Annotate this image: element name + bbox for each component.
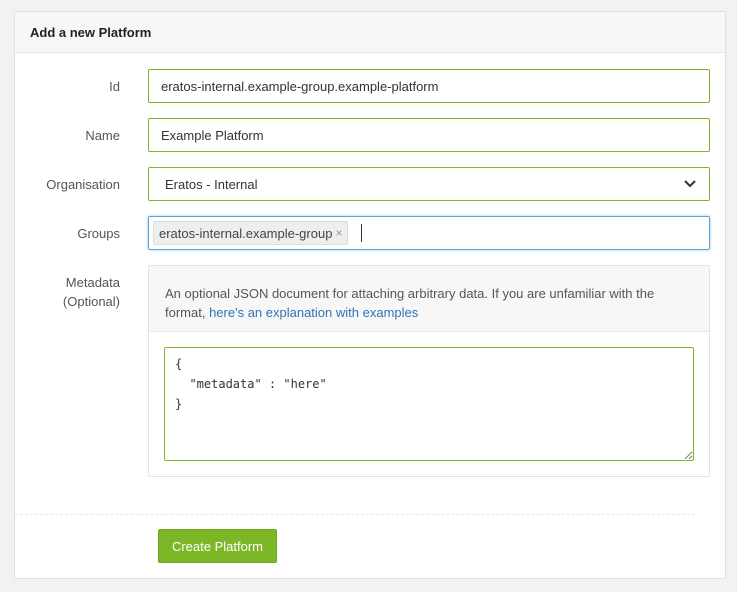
- organisation-selected-value: Eratos - Internal: [165, 176, 258, 192]
- metadata-label: Metadata (Optional): [63, 273, 120, 311]
- metadata-box: An optional JSON document for attaching …: [148, 265, 710, 477]
- text-caret: [361, 224, 363, 242]
- metadata-editor-container: { "metadata" : "here" }: [149, 332, 709, 476]
- metadata-json-textarea[interactable]: { "metadata" : "here" }: [164, 347, 694, 461]
- groups-label: Groups: [77, 226, 120, 241]
- organisation-label: Organisation: [46, 177, 120, 192]
- form-divider: [15, 514, 695, 515]
- metadata-help-link[interactable]: here's an explanation with examples: [209, 305, 418, 320]
- group-tag: eratos-internal.example-group ×: [153, 221, 349, 245]
- add-platform-panel: Add a new Platform Id Name Organisation …: [14, 11, 726, 579]
- panel-title: Add a new Platform: [15, 12, 725, 53]
- metadata-description: An optional JSON document for attaching …: [149, 266, 709, 332]
- name-input[interactable]: [148, 118, 710, 152]
- chevron-down-icon: [683, 177, 697, 191]
- close-icon[interactable]: ×: [335, 226, 342, 240]
- create-platform-button[interactable]: Create Platform: [158, 529, 277, 563]
- metadata-label-title: Metadata: [65, 275, 120, 290]
- organisation-select[interactable]: Eratos - Internal: [148, 167, 710, 201]
- group-tag-label: eratos-internal.example-group: [159, 225, 333, 241]
- name-label: Name: [85, 128, 120, 143]
- id-input[interactable]: [148, 69, 710, 103]
- metadata-label-optional: (Optional): [62, 294, 120, 309]
- id-label: Id: [109, 79, 120, 94]
- groups-tag-input[interactable]: eratos-internal.example-group ×: [148, 216, 710, 250]
